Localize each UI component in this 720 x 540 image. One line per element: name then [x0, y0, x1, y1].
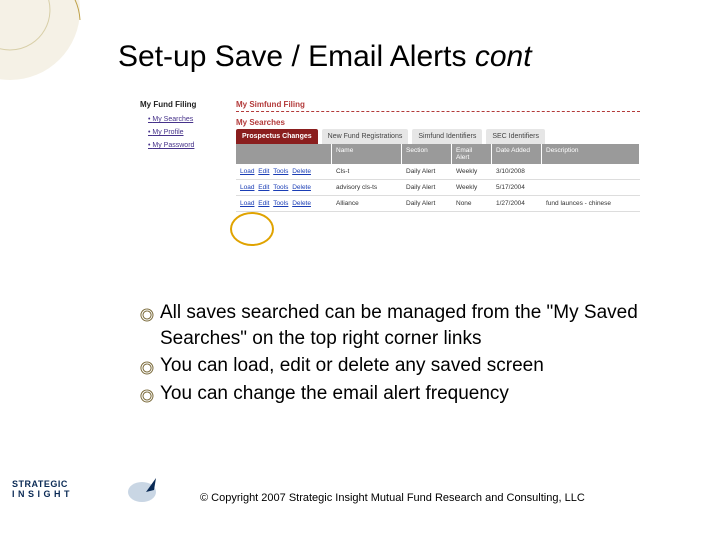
swirl-bullet-icon [140, 304, 154, 318]
action-edit[interactable]: Edit [258, 184, 269, 191]
tab-sec-identifiers[interactable]: SEC Identifiers [486, 129, 545, 144]
action-tools[interactable]: Tools [273, 168, 288, 175]
app-screenshot: My Fund Filing My Searches My Profile My… [140, 100, 640, 270]
left-nav: My Fund Filing My Searches My Profile My… [140, 100, 226, 152]
footer-logo-icon [124, 470, 164, 510]
col-email: Email Alert [452, 144, 492, 164]
action-edit[interactable]: Edit [258, 168, 269, 175]
col-name: Name [332, 144, 402, 164]
action-delete[interactable]: Delete [292, 184, 311, 191]
corner-deco [0, 0, 100, 100]
nav-link-my-profile[interactable]: My Profile [140, 126, 226, 139]
nav-link-my-searches[interactable]: My Searches [140, 113, 226, 126]
col-section: Section [402, 144, 452, 164]
action-delete[interactable]: Delete [292, 200, 311, 207]
swirl-bullet-icon [140, 385, 154, 399]
table-row: Load Edit Tools Delete Alliance Daily Al… [236, 196, 640, 212]
action-tools[interactable]: Tools [273, 184, 288, 191]
brand-line-2: I N S I G H T [12, 490, 70, 500]
bullet-list: All saves searched can be managed from t… [140, 300, 660, 409]
section-heading-b: My Searches [236, 118, 640, 127]
cell-date: 5/17/2004 [492, 180, 542, 195]
cell-desc [542, 184, 640, 192]
table-row: Load Edit Tools Delete advisory cls-ts D… [236, 180, 640, 196]
tabs-row: Prospectus Changes New Fund Registration… [236, 129, 640, 144]
table-header: Name Section Email Alert Date Added Desc… [236, 144, 640, 164]
left-nav-heading: My Fund Filing [140, 100, 226, 109]
slide-title: Set-up Save / Email Alerts cont [118, 40, 532, 74]
tab-prospectus-changes[interactable]: Prospectus Changes [236, 129, 318, 144]
bullet-text: All saves searched can be managed from t… [160, 302, 638, 349]
bullet-text: You can change the email alert frequency [160, 383, 509, 404]
slide-title-main: Set-up Save / Email Alerts [118, 40, 475, 73]
bullet-item: All saves searched can be managed from t… [140, 300, 660, 351]
cell-section: Daily Alert [402, 164, 452, 179]
action-delete[interactable]: Delete [292, 168, 311, 175]
cell-date: 1/27/2004 [492, 196, 542, 211]
highlight-circle [230, 212, 274, 246]
col-actions-blank [236, 144, 332, 164]
cell-desc: fund launces - chinese [542, 196, 640, 211]
cell-name: advisory cls-ts [332, 180, 402, 195]
cell-name: Alliance [332, 196, 402, 211]
cell-section: Daily Alert [402, 196, 452, 211]
table-row: Load Edit Tools Delete Cls-t Daily Alert… [236, 164, 640, 180]
action-tools[interactable]: Tools [273, 200, 288, 207]
slide-title-cont: cont [475, 40, 532, 73]
cell-name: Cls-t [332, 164, 402, 179]
bullet-item: You can change the email alert frequency [140, 381, 660, 407]
cell-email: Weekly [452, 164, 492, 179]
copyright-text: © Copyright 2007 Strategic Insight Mutua… [200, 492, 585, 504]
action-load[interactable]: Load [240, 200, 254, 207]
footer-brand: STRATEGIC I N S I G H T [12, 480, 70, 500]
action-edit[interactable]: Edit [258, 200, 269, 207]
cell-desc [542, 168, 640, 176]
col-desc: Description [542, 144, 640, 164]
row-actions: Load Edit Tools Delete [236, 196, 332, 211]
divider [236, 111, 640, 112]
bullet-item: You can load, edit or delete any saved s… [140, 353, 660, 379]
cell-email: Weekly [452, 180, 492, 195]
tab-new-fund-registrations[interactable]: New Fund Registrations [322, 129, 409, 144]
cell-email: None [452, 196, 492, 211]
section-heading-a: My Simfund Filing [236, 100, 640, 109]
cell-date: 3/10/2008 [492, 164, 542, 179]
bullet-text: You can load, edit or delete any saved s… [160, 355, 544, 376]
row-actions: Load Edit Tools Delete [236, 180, 332, 195]
swirl-bullet-icon [140, 357, 154, 371]
tab-simfund-identifiers[interactable]: Simfund Identifiers [412, 129, 482, 144]
row-actions: Load Edit Tools Delete [236, 164, 332, 179]
action-load[interactable]: Load [240, 184, 254, 191]
nav-link-my-password[interactable]: My Password [140, 139, 226, 152]
cell-section: Daily Alert [402, 180, 452, 195]
main-column: My Simfund Filing My Searches Prospectus… [236, 100, 640, 212]
action-load[interactable]: Load [240, 168, 254, 175]
col-date: Date Added [492, 144, 542, 164]
